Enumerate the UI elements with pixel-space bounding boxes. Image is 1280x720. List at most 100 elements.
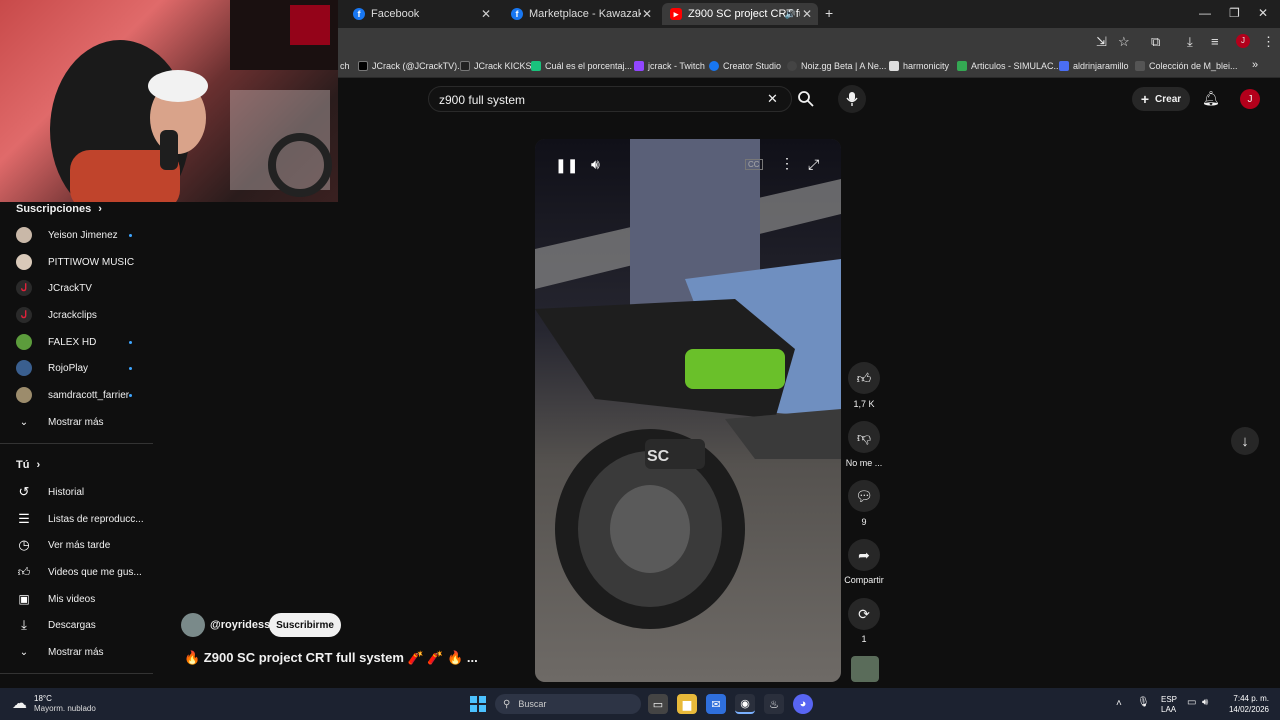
voice-search-icon[interactable] bbox=[838, 85, 866, 113]
search-icon[interactable] bbox=[797, 90, 815, 113]
channel-avatar[interactable] bbox=[181, 613, 205, 637]
file-explorer-icon[interactable]: ▆ bbox=[677, 694, 697, 714]
minimize-icon[interactable]: — bbox=[1199, 6, 1211, 20]
clear-search-icon[interactable]: ✕ bbox=[767, 91, 778, 107]
captions-icon[interactable]: CC bbox=[745, 159, 763, 170]
media-controls-icon[interactable]: ≡ bbox=[1211, 34, 1219, 49]
menu-kebab-icon[interactable]: ⋮ bbox=[1262, 34, 1275, 50]
create-label: Crear bbox=[1155, 93, 1182, 105]
next-video-down-arrow-icon[interactable]: ↓ bbox=[1231, 427, 1259, 455]
bookmark-item[interactable]: Articulos - SIMULAC... bbox=[957, 61, 1061, 71]
taskbar-search-box[interactable]: ⚲ Buscar bbox=[495, 694, 641, 714]
show-more-subscriptions[interactable]: ⌄ Mostrar más bbox=[16, 412, 104, 432]
search-input[interactable]: z900 full system bbox=[439, 93, 525, 107]
like-button[interactable]: 👍︎ bbox=[848, 362, 880, 394]
you-heading[interactable]: Tú › bbox=[16, 459, 40, 471]
tab-label: Marketplace - Kawazaki Z900 n bbox=[529, 8, 641, 20]
bookmark-item[interactable]: Creator Studio bbox=[709, 61, 781, 71]
sidebar-item-liked-videos[interactable]: 👍︎ Videos que me gus... bbox=[16, 562, 142, 582]
bookmark-item[interactable]: JCrack (@JCrackTV)... bbox=[358, 61, 465, 71]
account-avatar[interactable]: J bbox=[1240, 89, 1260, 109]
subscriptions-heading[interactable]: Suscripciones › bbox=[16, 203, 102, 215]
my-videos-icon: ▣ bbox=[18, 592, 30, 606]
windows-start-icon[interactable] bbox=[468, 694, 488, 714]
sidebar-item-subscription[interactable]: PITTIWOW MUSIC bbox=[16, 252, 134, 272]
short-title[interactable]: 🔥 Z900 SC project CRT full system 🧨 🧨 🔥 … bbox=[184, 650, 478, 666]
sidebar-item-playlists[interactable]: ☰ Listas de reproducc... bbox=[16, 509, 143, 529]
thumbs-up-icon: 👍︎ bbox=[17, 564, 31, 579]
sound-thumbnail[interactable] bbox=[851, 656, 879, 682]
share-label: Compartir bbox=[844, 575, 884, 585]
tray-chevron-up-icon[interactable]: ˄ bbox=[1116, 698, 1122, 709]
share-icon: ➦ bbox=[858, 546, 870, 563]
facebook-icon: f bbox=[353, 8, 365, 20]
extensions-icon[interactable]: ⧉ bbox=[1151, 34, 1160, 50]
volume-icon[interactable]: 🔊︎ bbox=[591, 156, 600, 173]
dislike-button[interactable]: 👎︎ bbox=[848, 421, 880, 453]
discord-icon[interactable]: ◕ bbox=[793, 694, 813, 714]
subscribe-button[interactable]: Suscribirme bbox=[269, 613, 341, 637]
remix-count: 1 bbox=[861, 634, 867, 644]
show-more-you[interactable]: ⌄ Mostrar más bbox=[16, 642, 104, 662]
microphone-icon[interactable]: 🎙︎ bbox=[1137, 697, 1150, 708]
tab-facebook[interactable]: f Facebook ✕ bbox=[345, 3, 497, 25]
mail-icon[interactable]: ✉ bbox=[706, 694, 726, 714]
more-options-icon[interactable]: ⋮ bbox=[780, 155, 794, 172]
chevron-right-icon: › bbox=[36, 459, 41, 471]
task-view-icon[interactable]: ▭ bbox=[648, 694, 668, 714]
tab-youtube-short[interactable]: ▸ Z900 SC project CRT full 🔊 ✕ bbox=[662, 3, 818, 25]
chrome-icon[interactable]: ◉ bbox=[735, 694, 755, 714]
notifications-bell-icon[interactable]: 🔔︎ bbox=[1202, 90, 1220, 107]
bookmark-item[interactable]: JCrack KICKS bbox=[460, 61, 532, 71]
new-tab-button[interactable]: + bbox=[825, 5, 833, 21]
close-tab-icon[interactable]: ✕ bbox=[481, 7, 491, 21]
volume-tray-icon[interactable]: 🔊︎ bbox=[1202, 697, 1208, 708]
language-code[interactable]: ESP bbox=[1161, 695, 1177, 704]
clock-date[interactable]: 14/02/2026 bbox=[1225, 705, 1269, 714]
profile-avatar-icon[interactable]: J bbox=[1236, 34, 1250, 48]
sidebar-item-subscription[interactable]: ᒍ Jcrackclips bbox=[16, 305, 97, 325]
bookmark-item[interactable]: Cuál es el porcentaj... bbox=[531, 61, 632, 71]
more-bookmarks-icon[interactable]: » bbox=[1252, 59, 1258, 71]
short-video-player[interactable]: SC ❚❚ 🔊︎ CC ⋮ ⤢ bbox=[535, 139, 841, 682]
sidebar-item-history[interactable]: ↺ Historial bbox=[16, 482, 85, 502]
bookmark-item[interactable]: ch bbox=[340, 61, 350, 71]
fullscreen-icon[interactable]: ⤢ bbox=[808, 156, 819, 173]
network-icon[interactable]: ▭ bbox=[1187, 697, 1196, 708]
weather-cloud-icon[interactable]: ☁ bbox=[12, 694, 27, 712]
bookmark-item[interactable]: aldrinjaramillo bbox=[1059, 61, 1129, 71]
pause-icon[interactable]: ❚❚ bbox=[555, 157, 578, 174]
sidebar-item-watch-later[interactable]: ◷ Ver más tarde bbox=[16, 535, 110, 555]
tab-marketplace[interactable]: f Marketplace - Kawazaki Z900 n ✕ bbox=[503, 3, 658, 25]
bookmark-item[interactable]: jcrack - Twitch bbox=[634, 61, 705, 71]
steam-icon[interactable]: ♨ bbox=[764, 694, 784, 714]
clock-time[interactable]: 7:44 p. m. bbox=[1225, 694, 1269, 703]
download-icon[interactable]: ⤓ bbox=[1187, 34, 1193, 50]
sidebar-item-subscription[interactable]: samdracott_farrier bbox=[16, 385, 132, 405]
sidebar-item-subscription[interactable]: ᒍ JCrackTV bbox=[16, 278, 92, 298]
sidebar-item-subscription[interactable]: FALEX HD bbox=[16, 332, 132, 352]
share-button[interactable]: ➦ bbox=[848, 539, 880, 571]
channel-handle[interactable]: @royridess bbox=[210, 619, 270, 631]
close-tab-icon[interactable]: ✕ bbox=[802, 7, 812, 21]
thumbs-down-icon: 👎︎ bbox=[856, 428, 872, 445]
create-button[interactable]: + Crear bbox=[1132, 87, 1190, 111]
bookmark-star-icon[interactable]: ☆ bbox=[1118, 34, 1130, 50]
bookmark-item[interactable]: harmonicity bbox=[889, 61, 949, 71]
close-tab-icon[interactable]: ✕ bbox=[642, 7, 652, 21]
close-window-icon[interactable]: ✕ bbox=[1258, 6, 1268, 20]
channel-avatar bbox=[16, 334, 32, 350]
sidebar-item-subscription[interactable]: Yeison Jimenez bbox=[16, 225, 132, 245]
bookmark-item[interactable]: Colección de M_blei... bbox=[1135, 61, 1238, 71]
install-app-icon[interactable]: ⇲ bbox=[1096, 34, 1107, 50]
taskbar-search-placeholder: Buscar bbox=[518, 699, 547, 709]
sidebar-item-subscription[interactable]: RojoPlay bbox=[16, 358, 132, 378]
comments-button[interactable]: 💬︎ bbox=[848, 480, 880, 512]
sidebar-item-my-videos[interactable]: ▣ Mis videos bbox=[16, 589, 95, 609]
bookmark-item[interactable]: Noiz.gg Beta | A Ne... bbox=[787, 61, 886, 71]
speaker-icon[interactable]: 🔊 bbox=[785, 9, 796, 20]
remix-button[interactable]: ⟳ bbox=[848, 598, 880, 630]
restore-icon[interactable]: ❐ bbox=[1229, 6, 1240, 20]
keyboard-layout[interactable]: LAA bbox=[1161, 705, 1176, 714]
sidebar-item-downloads[interactable]: ⤓ Descargas bbox=[16, 615, 96, 635]
